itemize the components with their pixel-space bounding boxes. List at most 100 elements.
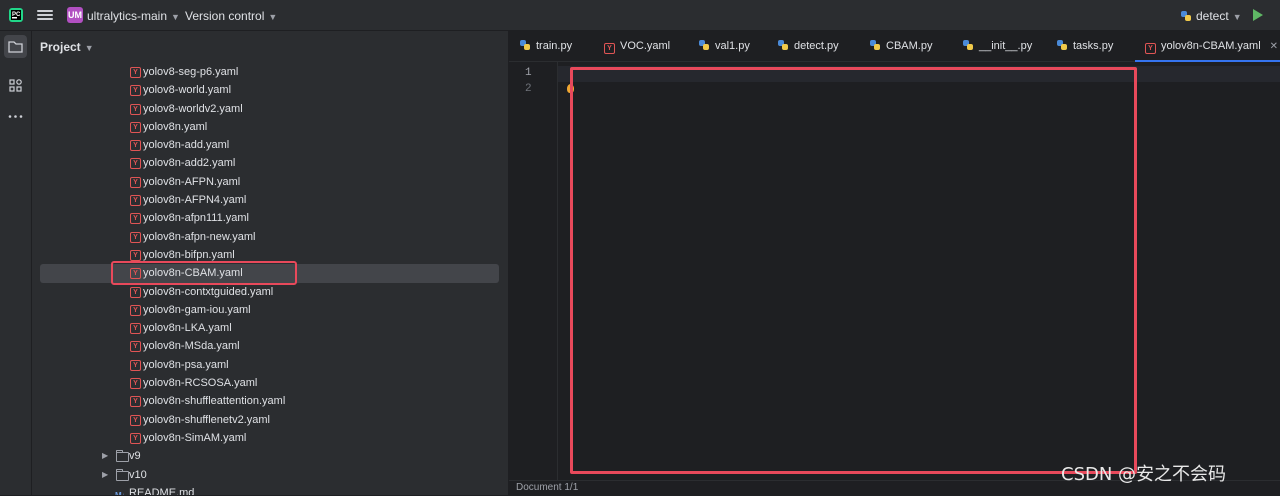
yaml-file-icon: Y <box>130 268 141 280</box>
yaml-file-icon: Y <box>130 341 141 353</box>
yaml-file-icon: Y <box>130 432 141 444</box>
file-tree-item[interactable]: Yyolov8n-add2.yaml <box>32 154 508 172</box>
file-tree-item[interactable]: Yyolov8n-AFPN4.yaml <box>32 191 508 209</box>
close-icon[interactable]: ✕ <box>1270 41 1278 52</box>
file-tree-item[interactable]: Yyolov8n-LKA.yaml <box>32 319 508 337</box>
yaml-file-icon: Y <box>130 249 141 261</box>
chevron-right-icon[interactable]: ▶ <box>102 466 108 484</box>
file-tree-item[interactable]: Yyolov8n-gam-iou.yaml <box>32 301 508 319</box>
tab-label: yolov8n-CBAM.yaml <box>1161 40 1261 52</box>
chevron-down-icon: ▼ <box>268 12 278 22</box>
editor-tab[interactable]: train.py <box>519 31 572 62</box>
chevron-right-icon[interactable]: ▶ <box>102 447 108 465</box>
line-gutter: 1 2 <box>509 62 558 480</box>
selection-background <box>40 264 499 283</box>
file-tree-item[interactable]: Yyolov8n-contxtguided.yaml <box>32 283 508 301</box>
folder-icon <box>116 450 129 463</box>
yaml-icon: Y <box>1145 43 1156 54</box>
folder-tree-item[interactable]: ▶ v9 <box>32 447 508 465</box>
tab-label: detect.py <box>794 40 839 52</box>
yaml-file-icon: Y <box>130 121 141 133</box>
annotation-highlight-box <box>570 67 1137 474</box>
yaml-file-icon: Y <box>130 176 141 188</box>
folder-icon <box>8 41 23 53</box>
current-line-highlight <box>558 66 1280 82</box>
file-tree-item[interactable]: M↓README.md <box>32 484 508 495</box>
file-tree-item[interactable]: Yyolov8n-add.yaml <box>32 136 508 154</box>
file-tree-item[interactable]: Yyolov8n-RCSOSA.yaml <box>32 374 508 392</box>
yaml-file-icon: Y <box>130 323 141 335</box>
project-tool-button[interactable] <box>4 35 27 58</box>
python-icon <box>963 40 973 50</box>
file-tree-item[interactable]: Yyolov8n-shufflenetv2.yaml <box>32 411 508 429</box>
file-tree-item[interactable]: Yyolov8n-shuffleattention.yaml <box>32 392 508 410</box>
file-tree-item[interactable]: Yyolov8n-afpn-new.yaml <box>32 228 508 246</box>
run-config-label: detect <box>1196 9 1229 23</box>
yaml-file-icon: Y <box>130 67 141 78</box>
file-tree-item[interactable]: Yyolov8n-afpn111.yaml <box>32 209 508 227</box>
file-tree-item[interactable]: Yyolov8n-MSda.yaml <box>32 337 508 355</box>
file-tree-item[interactable]: Yyolov8-world.yaml <box>32 81 508 99</box>
file-name: yolov8n-LKA.yaml <box>143 322 232 335</box>
file-name: yolov8n-gam-iou.yaml <box>143 303 251 316</box>
structure-tool-button[interactable] <box>4 74 27 97</box>
project-view-selector[interactable]: Project ▼ <box>40 40 94 54</box>
structure-icon <box>9 79 22 92</box>
yaml-file-icon: Y <box>130 286 141 298</box>
more-tools-button[interactable] <box>4 105 27 128</box>
file-name: yolov8n-afpn111.yaml <box>143 212 249 225</box>
python-icon <box>870 40 880 50</box>
editor-tab[interactable]: val1.py <box>698 31 750 62</box>
file-tree-item[interactable]: Yyolov8-seg-p6.yaml <box>32 63 508 81</box>
title-bar: PC UM ultralytics-main ▼ Version control ▼… <box>0 0 1280 31</box>
file-tree-item[interactable]: Yyolov8n-SimAM.yaml <box>32 429 508 447</box>
editor-tab[interactable]: Y VOC.yaml <box>604 31 670 62</box>
folder-icon <box>116 468 129 481</box>
yaml-file-icon: Y <box>130 231 141 243</box>
chevron-down-icon: ▼ <box>1232 12 1242 22</box>
project-panel: Project ▼ Yyolov8-seg-p6.yaml Yyolov8-worl… <box>32 31 509 495</box>
svg-text:PC: PC <box>12 12 21 18</box>
editor-tab[interactable]: detect.py <box>777 31 839 62</box>
tab-label: __init__.py <box>979 40 1033 52</box>
file-name: yolov8n-contxtguided.yaml <box>143 285 274 298</box>
yaml-file-icon: Y <box>130 378 141 390</box>
main-menu-button[interactable] <box>37 8 53 22</box>
yaml-file-icon: Y <box>130 304 141 316</box>
folder-tree-item[interactable]: ▶ v10 <box>32 466 508 484</box>
chevron-down-icon: ▼ <box>84 43 94 53</box>
file-tree-item[interactable]: Yyolov8n.yaml <box>32 118 508 136</box>
file-name: yolov8-seg-p6.yaml <box>143 66 239 78</box>
editor-tab[interactable]: __init__.py <box>962 31 1032 62</box>
file-name: yolov8n-shufflenetv2.yaml <box>143 413 270 426</box>
project-switcher[interactable]: ultralytics-main ▼ <box>87 9 180 23</box>
file-tree-item[interactable]: Yyolov8n-CBAM.yaml <box>32 264 508 283</box>
editor-tab[interactable]: CBAM.py <box>869 31 932 62</box>
yaml-file-icon: Y <box>130 158 141 170</box>
file-name: yolov8n-CBAM.yaml <box>143 267 243 280</box>
file-tree-item[interactable]: Yyolov8-worldv2.yaml <box>32 100 508 118</box>
file-name: yolov8n-bifpn.yaml <box>143 248 235 261</box>
file-tree-item[interactable]: Yyolov8n-AFPN.yaml <box>32 173 508 191</box>
file-name: yolov8n-AFPN4.yaml <box>143 194 247 207</box>
intention-bulb-icon[interactable] <box>567 84 574 93</box>
yaml-icon: Y <box>604 43 615 54</box>
editor-tab[interactable]: tasks.py <box>1056 31 1113 62</box>
editor-area: train.py Y VOC.yaml val1.py detect.py CBAM.py… <box>509 31 1280 496</box>
folder-name: v9 <box>129 450 141 463</box>
python-icon <box>699 40 709 50</box>
yaml-file-icon: Y <box>130 414 141 426</box>
yaml-file-icon: Y <box>130 140 141 152</box>
tool-window-stripe <box>0 31 32 495</box>
file-tree-item[interactable]: Yyolov8n-psa.yaml <box>32 356 508 374</box>
run-configuration-selector[interactable]: detect ▼ <box>1180 9 1242 23</box>
file-name: yolov8n-MSda.yaml <box>143 340 240 353</box>
file-name: yolov8n-add2.yaml <box>143 157 236 170</box>
line-number: 1 <box>525 67 532 79</box>
version-control-menu[interactable]: Version control ▼ <box>185 9 277 23</box>
editor-tab[interactable]: Yyolov8n-CBAM.yaml ✕ <box>1134 31 1280 62</box>
yaml-file-icon: Y <box>130 195 141 207</box>
file-tree-item[interactable]: Yyolov8n-bifpn.yaml <box>32 246 508 264</box>
project-badge: UM <box>67 7 83 23</box>
run-button[interactable] <box>1253 9 1263 21</box>
